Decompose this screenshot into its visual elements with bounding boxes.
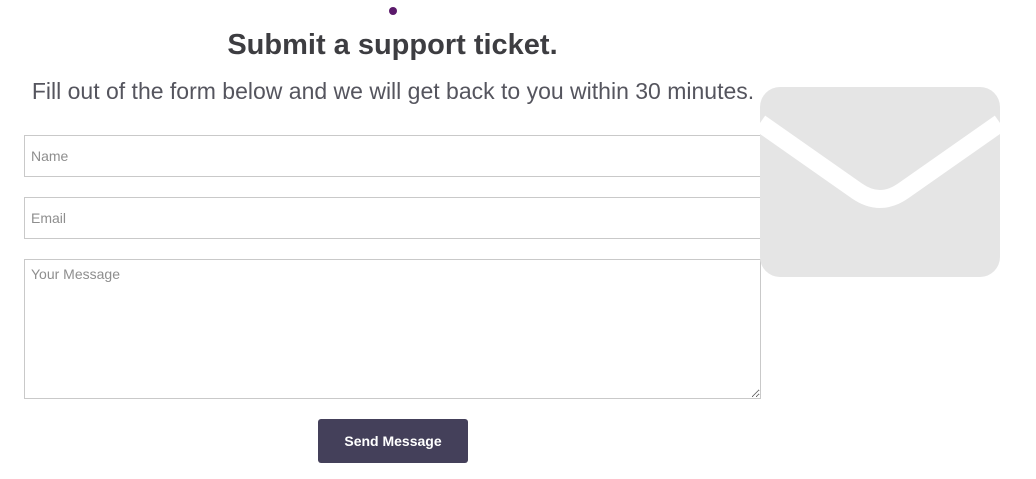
accent-dot: [389, 7, 397, 15]
envelope-icon: [760, 87, 1000, 277]
message-textarea[interactable]: [24, 259, 761, 399]
page-subtitle: Fill out of the form below and we will g…: [31, 78, 755, 104]
send-message-button[interactable]: Send Message: [318, 419, 468, 463]
email-input[interactable]: [24, 197, 761, 239]
name-input[interactable]: [24, 135, 761, 177]
page-title: Submit a support ticket.: [227, 29, 558, 61]
